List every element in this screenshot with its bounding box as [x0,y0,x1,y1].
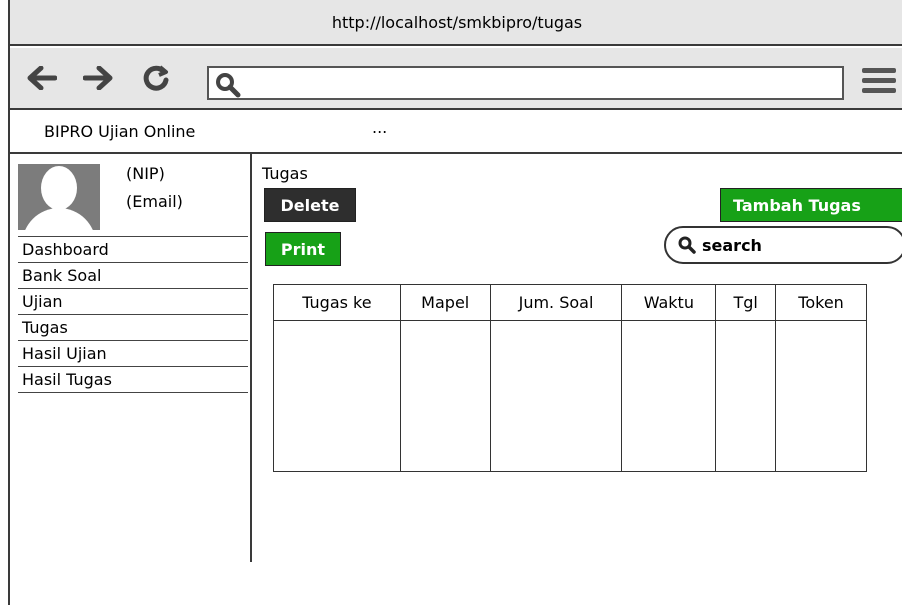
search-icon [216,73,241,98]
reload-icon[interactable] [138,60,174,96]
print-button[interactable]: Print [265,232,341,266]
column-header[interactable]: Jum. Soal [489,284,623,321]
column-header[interactable]: Waktu [621,284,717,321]
table-row [273,320,867,472]
user-nip: (NIP) [126,164,165,183]
browser-toolbar [10,48,902,110]
table-cell [489,320,623,472]
sidebar-item-dashboard[interactable]: Dashboard [18,237,248,263]
column-header[interactable]: Mapel [399,284,491,321]
column-header[interactable]: Tgl [715,284,777,321]
delete-button[interactable]: Delete [264,188,356,222]
user-email: (Email) [126,192,183,211]
sidebar-item-tugas[interactable]: Tugas [18,315,248,341]
table-cell [715,320,777,472]
browser-window: http://localhost/smkbipro/tugas BIPRO Uj… [8,0,902,605]
hamburger-menu-icon[interactable] [862,68,896,96]
sidebar-item-ujian[interactable]: Ujian [18,289,248,315]
table-cell [273,320,401,472]
sidebar-item-bank-soal[interactable]: Bank Soal [18,263,248,289]
address-bar[interactable] [207,66,844,100]
table-header-row: Tugas ke Mapel Jum. Soal Waktu Tgl Token [273,284,867,321]
table-cell [775,320,867,472]
sidebar-menu: Dashboard Bank Soal Ujian Tugas Hasil Uj… [18,236,248,393]
forward-arrow-icon[interactable] [80,60,116,96]
sidebar-item-hasil-ujian[interactable]: Hasil Ujian [18,341,248,367]
column-header[interactable]: Tugas ke [273,284,401,321]
back-arrow-icon[interactable] [24,60,60,96]
sidebar-item-hasil-tugas[interactable]: Hasil Tugas [18,367,248,393]
add-tugas-button[interactable]: Tambah Tugas [720,188,902,222]
app-navbar: BIPRO Ujian Online ... [10,112,902,154]
table-cell [399,320,491,472]
column-header[interactable]: Token [775,284,867,321]
search-icon [678,236,696,254]
browser-titlebar: http://localhost/smkbipro/tugas [10,0,902,46]
tugas-table: Tugas ke Mapel Jum. Soal Waktu Tgl Token [273,284,867,472]
sidebar: (NIP) (Email) Dashboard Bank Soal Ujian … [10,154,252,562]
page-url-title: http://localhost/smkbipro/tugas [331,12,583,32]
search-input[interactable]: search [664,226,902,264]
table-cell [621,320,717,472]
avatar [18,164,100,230]
page-title: Tugas [262,164,308,183]
nav-more-item[interactable]: ... [372,118,387,137]
app-brand[interactable]: BIPRO Ujian Online [44,122,195,141]
search-placeholder: search [702,235,762,255]
